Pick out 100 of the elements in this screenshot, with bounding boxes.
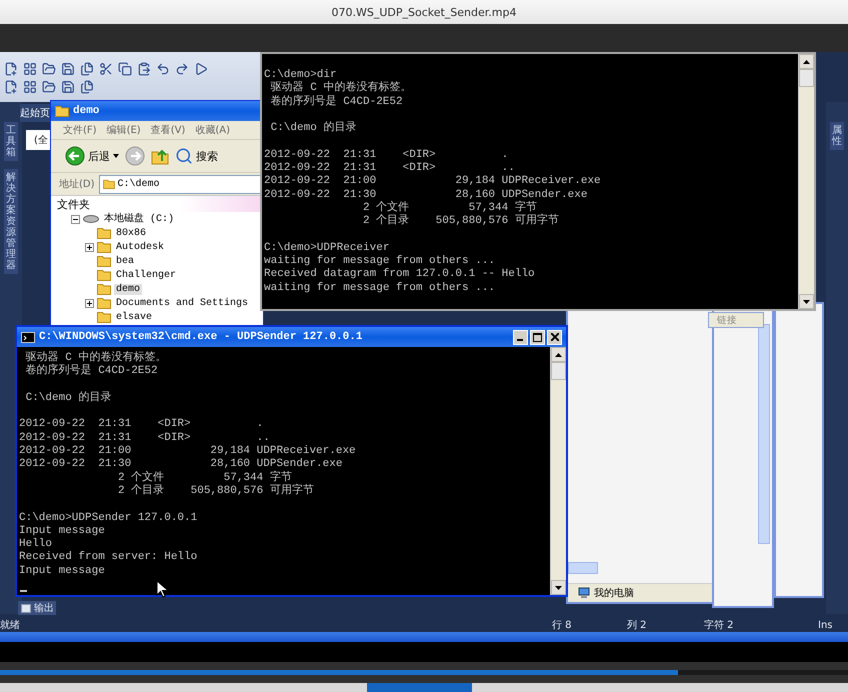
pane-title: 文件夹 xyxy=(57,196,90,212)
close-button[interactable] xyxy=(547,330,562,344)
console-line: 驱动器 C 中的卷没有标签。 xyxy=(24,352,168,364)
menu-item[interactable]: 文件(F) xyxy=(63,123,97,137)
toolbar-icon[interactable] xyxy=(118,62,132,76)
folder-icon xyxy=(102,179,115,189)
folder-up-button[interactable] xyxy=(151,147,169,165)
toolbar-icon[interactable] xyxy=(23,80,37,94)
console-line: Received from server: Hello xyxy=(19,551,198,565)
scroll-down-button[interactable] xyxy=(551,580,566,595)
tree-item[interactable]: Documents and Settings xyxy=(114,298,250,308)
status-text: Ins xyxy=(818,620,832,630)
console-line: 2012-09-22 21:31 <DIR> .. xyxy=(264,162,516,175)
toolbar-icon[interactable] xyxy=(194,62,208,76)
status-text: 我的电脑 xyxy=(594,586,634,600)
scroll-thumb[interactable] xyxy=(799,69,814,87)
scroll-thumb[interactable] xyxy=(551,362,566,380)
search-button[interactable]: 搜索 xyxy=(175,147,218,165)
console-line: 2012-09-22 21:00 29,184 UDPReceiver.exe xyxy=(264,175,602,189)
console-line: Input message xyxy=(19,564,106,578)
toolbar-icon[interactable] xyxy=(61,80,75,94)
toolbar-icon[interactable] xyxy=(42,62,56,76)
scroll-thumb[interactable] xyxy=(367,683,472,692)
tree-item[interactable]: 80x86 xyxy=(114,228,148,238)
minimize-button[interactable] xyxy=(513,330,528,344)
address-field[interactable]: C:\demo xyxy=(98,174,263,194)
scroll-thumb[interactable] xyxy=(568,562,598,574)
scrollbar[interactable] xyxy=(798,54,814,309)
scroll-up-button[interactable] xyxy=(551,347,566,362)
folder-icon xyxy=(97,255,111,267)
menu-item[interactable]: 编辑(E) xyxy=(106,123,141,137)
console-line: 2 个文件 57,344 字节 xyxy=(117,472,292,484)
triangle-up-icon xyxy=(803,60,810,64)
console-line: 2 个文件 57,344 字节 xyxy=(362,202,537,214)
input-field[interactable]: (全 xyxy=(26,130,52,150)
toolbar-icon[interactable] xyxy=(61,62,75,76)
console-line: 驱动器 C 中的卷没有标签。 xyxy=(270,82,412,94)
console-line: 2 个目录 505,880,576 可用字节 xyxy=(117,484,315,498)
toolbar-icon[interactable] xyxy=(80,62,94,76)
address-label: 地址(D) xyxy=(59,178,95,191)
tree-item[interactable]: Autodesk xyxy=(114,242,166,252)
collapse-icon[interactable] xyxy=(71,214,80,224)
panel-tab[interactable]: 解决方案资源管理器 xyxy=(4,169,18,274)
window-title: demo xyxy=(73,105,100,117)
console-line: 2012-09-22 21:31 <DIR> . xyxy=(19,418,264,432)
status-text: 字符 2 xyxy=(704,618,734,632)
search-icon xyxy=(175,147,193,165)
console-line: 2012-09-22 21:31 <DIR> . xyxy=(264,148,510,162)
toolbar-icon[interactable] xyxy=(80,80,94,94)
panel-tab[interactable]: 工具箱 xyxy=(4,122,18,161)
console-line: Input message xyxy=(19,524,106,538)
folder-icon xyxy=(97,311,111,323)
folder-icon xyxy=(97,241,111,253)
close-icon xyxy=(550,333,558,341)
start-page-tab[interactable]: 起始页 xyxy=(20,104,51,122)
computer-icon xyxy=(578,587,590,599)
console-line: C:\demo 的目录 xyxy=(270,122,358,136)
console-line: C:\demo>UDPSender 127.0.0.1 xyxy=(19,512,198,525)
console-line: 2012-09-22 21:31 <DIR> .. xyxy=(19,432,271,445)
menu-item[interactable]: 查看(V) xyxy=(150,123,186,137)
tree-item[interactable]: Challenger xyxy=(114,270,178,280)
maximize-button[interactable] xyxy=(530,330,545,344)
console-line: C:\demo 的目录 xyxy=(24,392,112,406)
tree-item[interactable]: 本地磁盘 (C:) xyxy=(102,214,176,224)
toolbar-icon[interactable] xyxy=(175,62,189,76)
text-cursor xyxy=(20,590,27,592)
console-line: 卷的序列号是 C4CD-2E52 xyxy=(270,96,404,109)
tree-item[interactable]: demo xyxy=(114,284,142,294)
toolbar-icon[interactable] xyxy=(99,62,113,76)
console-line: C:\demo>UDPReceiver xyxy=(264,242,390,255)
drive-icon xyxy=(83,214,99,224)
console-line: 2012-09-22 21:30 28,160 UDPSender.exe xyxy=(264,188,588,201)
output-icon xyxy=(21,604,31,612)
menu-item[interactable]: 收藏(A) xyxy=(195,123,230,137)
triangle-up-icon xyxy=(555,352,562,356)
console-icon xyxy=(21,332,35,342)
scrollbar[interactable] xyxy=(550,347,566,595)
progress-bar[interactable] xyxy=(0,670,848,675)
toolbar-icon[interactable] xyxy=(4,80,18,94)
scrollbar[interactable] xyxy=(758,324,770,544)
expand-icon[interactable] xyxy=(85,298,94,308)
video-title: 070.WS_UDP_Socket_Sender.mp4 xyxy=(331,6,516,18)
toolbar-icon[interactable] xyxy=(4,62,18,76)
tree-item[interactable]: elsave xyxy=(114,312,154,322)
toolbar-icon[interactable] xyxy=(23,62,37,76)
folder-icon xyxy=(97,297,111,309)
scroll-up-button[interactable] xyxy=(799,54,814,69)
console-line: C:\demo>dir xyxy=(264,69,338,81)
toolbar-icon[interactable] xyxy=(42,80,56,94)
folder-icon xyxy=(97,283,111,295)
console-line: 卷的序列号是 C4CD-2E52 xyxy=(24,365,159,379)
forward-button[interactable] xyxy=(125,146,145,166)
expand-icon[interactable] xyxy=(85,242,94,252)
back-button[interactable]: 后退 xyxy=(65,146,119,166)
scroll-down-button[interactable] xyxy=(799,294,814,309)
toolbar-icon[interactable] xyxy=(156,62,170,76)
toolbar-icon[interactable] xyxy=(137,62,151,76)
panel-tab[interactable]: 属性 xyxy=(830,122,844,150)
tree-item[interactable]: bea xyxy=(114,256,136,266)
console-line: Hello xyxy=(19,538,54,551)
